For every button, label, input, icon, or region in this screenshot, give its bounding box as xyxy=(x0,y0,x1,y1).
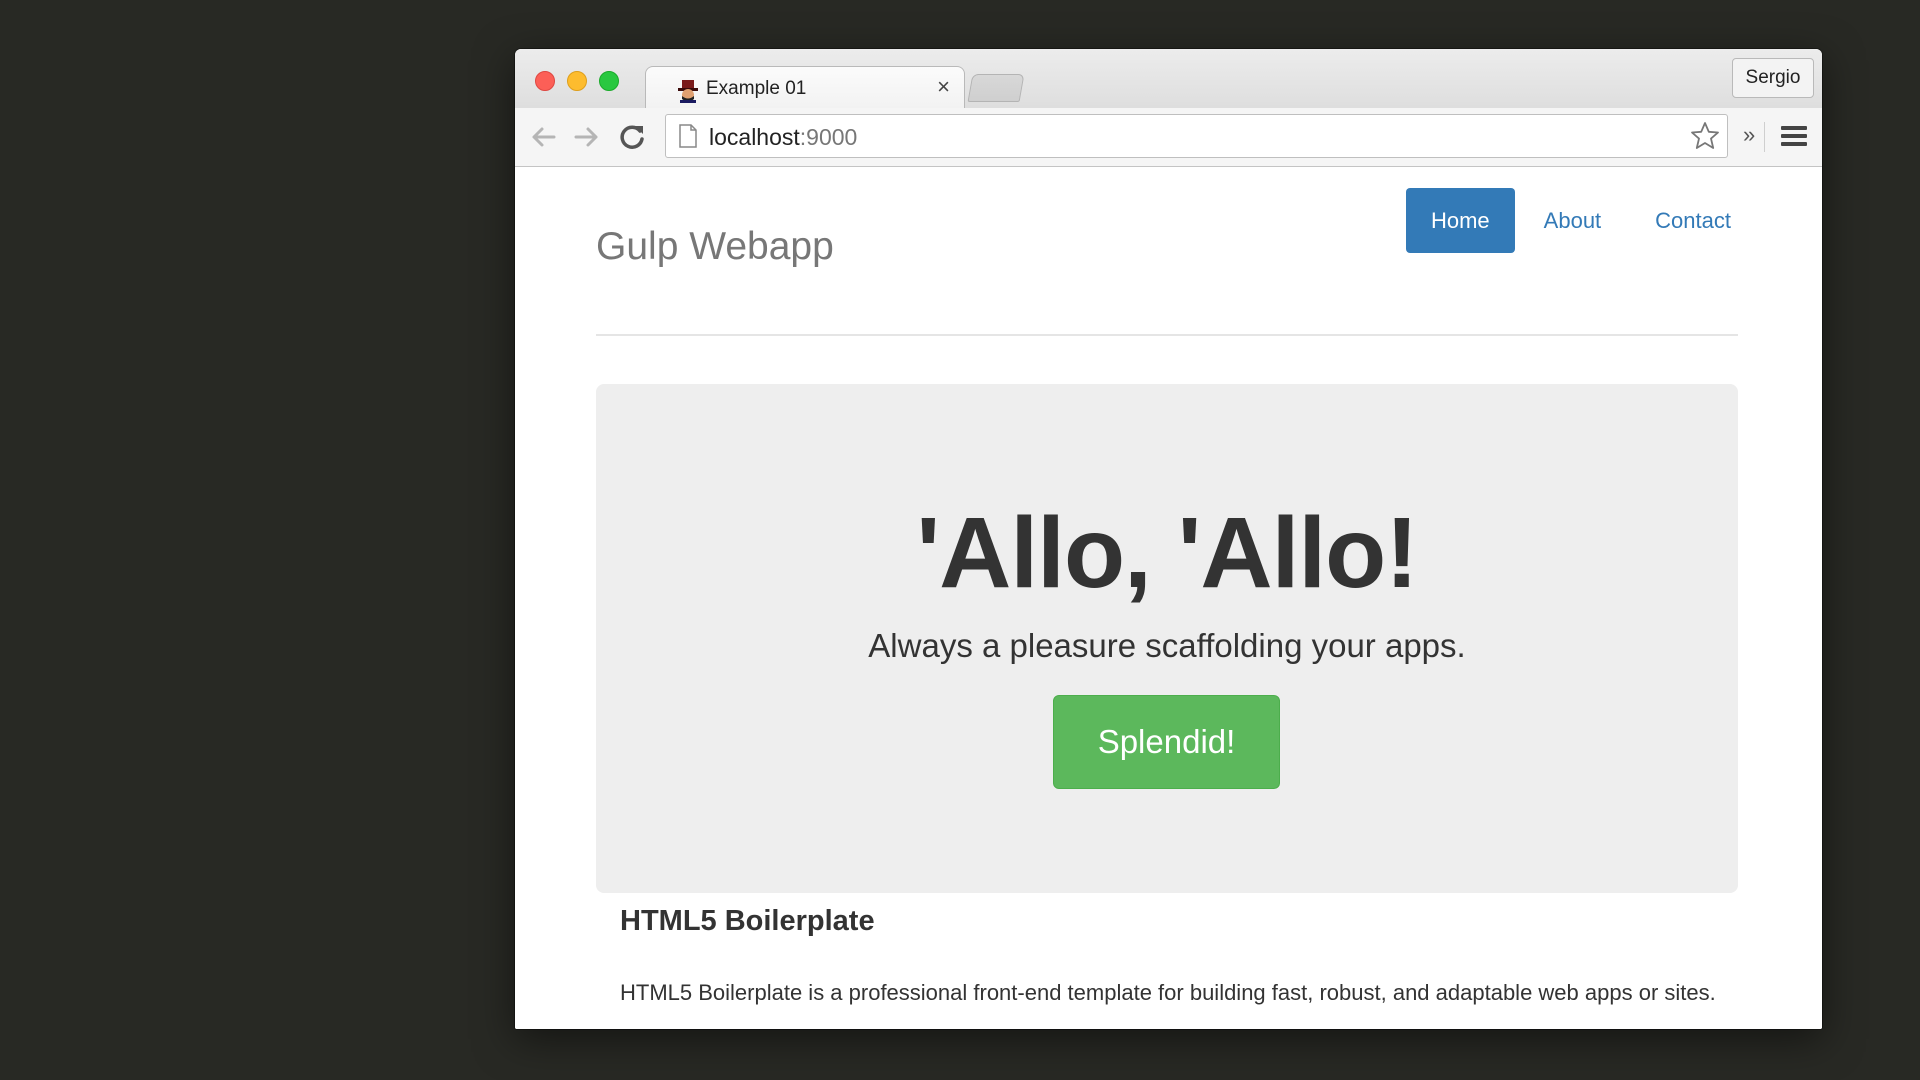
tab-example-01[interactable]: Example 01 × xyxy=(645,66,965,109)
profile-button[interactable]: Sergio xyxy=(1732,58,1814,98)
nav-home[interactable]: Home xyxy=(1405,188,1515,253)
jumbotron: 'Allo, 'Allo! Always a pleasure scaffold… xyxy=(596,384,1738,893)
extensions-overflow-button[interactable]: » xyxy=(1743,122,1755,148)
browser-window: Example 01 × Sergio localhost:9000 » Gul… xyxy=(515,49,1822,1029)
new-tab-button[interactable] xyxy=(967,74,1025,102)
marketing-heading: HTML5 Boilerplate xyxy=(620,905,875,937)
page-content: Gulp Webapp Home About Contact 'Allo, 'A… xyxy=(515,167,1822,1029)
star-icon[interactable] xyxy=(1689,120,1721,152)
site-nav: Home About Contact xyxy=(1402,188,1756,253)
close-icon[interactable]: × xyxy=(937,74,950,99)
minimize-window-button[interactable] xyxy=(567,71,587,91)
forward-arrow-icon[interactable] xyxy=(571,121,603,153)
tab-title: Example 01 xyxy=(706,78,807,99)
marketing-text: HTML5 Boilerplate is a professional fron… xyxy=(620,980,1716,1005)
window-controls xyxy=(535,71,619,91)
favicon-icon xyxy=(678,80,698,103)
nav-contact[interactable]: Contact xyxy=(1630,188,1756,253)
jumbotron-heading: 'Allo, 'Allo! xyxy=(916,497,1418,609)
page-icon xyxy=(679,124,697,148)
back-arrow-icon[interactable] xyxy=(527,121,559,153)
nav-about[interactable]: About xyxy=(1519,188,1627,253)
site-brand: Gulp Webapp xyxy=(596,225,834,268)
url-text: localhost:9000 xyxy=(709,124,858,150)
reload-icon[interactable] xyxy=(616,121,648,153)
close-window-button[interactable] xyxy=(535,71,555,91)
menu-icon[interactable] xyxy=(1781,126,1807,148)
zoom-window-button[interactable] xyxy=(599,71,619,91)
browser-toolbar: localhost:9000 » xyxy=(515,108,1822,167)
toolbar-divider xyxy=(1764,122,1765,152)
header-divider xyxy=(596,334,1738,336)
splendid-button[interactable]: Splendid! xyxy=(1053,695,1280,789)
address-bar[interactable]: localhost:9000 xyxy=(665,114,1728,158)
jumbotron-lead: Always a pleasure scaffolding your apps. xyxy=(868,627,1466,664)
title-bar: Example 01 × Sergio xyxy=(515,49,1822,109)
